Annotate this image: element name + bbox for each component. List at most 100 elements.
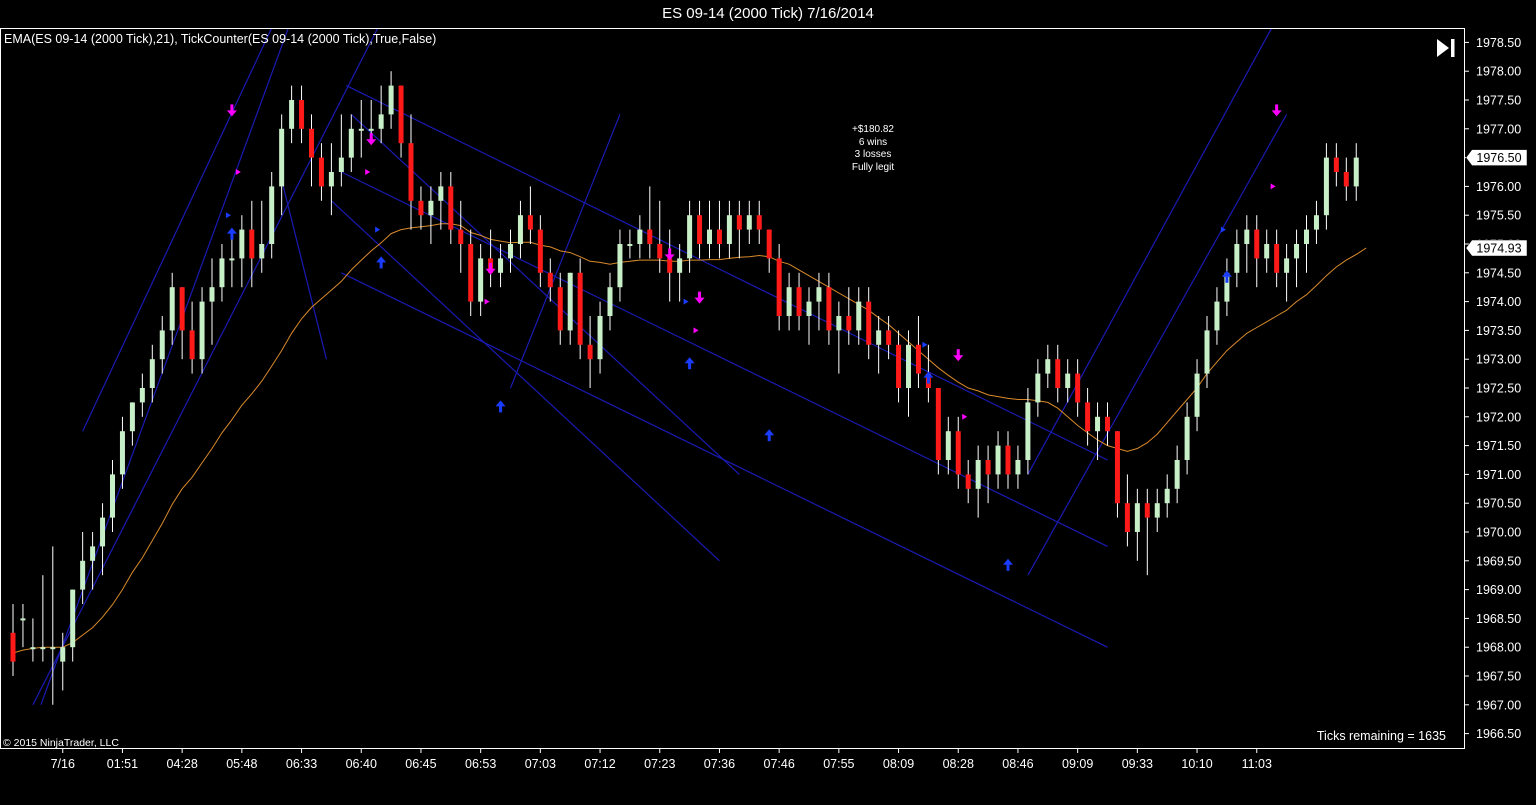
candle-up xyxy=(1035,373,1041,403)
candle-down xyxy=(1144,503,1150,518)
candle-up xyxy=(159,330,165,360)
buy-arrow-icon-shaft xyxy=(688,362,692,370)
x-tick-label: 06:45 xyxy=(405,757,436,771)
buy-arrow-icon-shaft xyxy=(1006,563,1010,571)
candle-up xyxy=(836,316,842,331)
candle-down xyxy=(179,287,185,331)
candle-up xyxy=(1294,244,1300,259)
candle-up xyxy=(1313,215,1319,230)
time-axis[interactable]: 7/16 01:51 04:28 05:48 06:33 06:40 06:45 06:53 0… xyxy=(51,748,1272,771)
candle-up xyxy=(70,589,76,648)
candle-down xyxy=(955,431,961,475)
candle-up xyxy=(119,431,125,475)
sell-arrow-icon-shaft xyxy=(698,291,702,299)
candle-up xyxy=(1045,359,1051,374)
candle-down xyxy=(1114,431,1120,504)
y-tick-label: 1971.50 xyxy=(1476,439,1521,453)
y-tick-label: 1978.00 xyxy=(1476,65,1521,79)
stats-note: Fully legit xyxy=(851,161,895,173)
candle-down xyxy=(756,215,762,230)
candle-up xyxy=(567,272,573,331)
price-axis[interactable]: 1966.50 1967.00 1967.50 1968.00 1968.50 1969.… xyxy=(1464,28,1536,805)
candle-down xyxy=(448,186,454,230)
candle-down xyxy=(458,229,464,244)
candle-up xyxy=(856,301,862,331)
candle-up xyxy=(149,359,155,388)
x-tick-label: 01:51 xyxy=(107,757,138,771)
candle-up xyxy=(90,546,96,561)
candle-down xyxy=(935,388,941,460)
candle-up xyxy=(478,258,484,302)
candle-down xyxy=(1274,244,1280,273)
ticks-remaining: Ticks remaining = 1635 xyxy=(1316,729,1446,743)
candle-down xyxy=(846,316,852,331)
candle-down xyxy=(657,244,663,259)
candle-down xyxy=(1254,229,1260,259)
candle-up xyxy=(239,229,245,259)
candle-up xyxy=(139,388,145,403)
candle-up xyxy=(1323,157,1329,216)
candle-up xyxy=(876,330,882,345)
x-tick-label: 11:03 xyxy=(1242,757,1272,771)
price-marker: 1976.50 xyxy=(1465,149,1528,166)
candle-up xyxy=(1154,503,1160,518)
candle-down xyxy=(1333,157,1339,172)
buy-arrow-icon-shaft xyxy=(1225,275,1229,283)
candle-down xyxy=(587,344,593,360)
y-tick-label: 1978.50 xyxy=(1476,36,1521,50)
candle-down xyxy=(537,229,543,273)
candle-up xyxy=(945,431,951,460)
x-tick-label: 06:40 xyxy=(346,757,377,771)
candle-up xyxy=(289,100,295,129)
candle-down xyxy=(776,258,782,316)
candle-up xyxy=(816,287,822,302)
candle-up xyxy=(1194,373,1200,417)
candle-down xyxy=(557,287,563,331)
y-tick-label: 1977.50 xyxy=(1476,94,1521,108)
y-tick-label: 1973.00 xyxy=(1476,353,1521,367)
candle-up xyxy=(438,186,444,201)
x-tick-label: 10:10 xyxy=(1181,757,1212,771)
x-tick-label: 08:28 xyxy=(943,757,974,771)
y-tick-label: 1972.00 xyxy=(1476,410,1521,424)
candle-up xyxy=(259,244,265,259)
buy-arrow-icon-shaft xyxy=(926,376,930,384)
x-tick-label: 04:28 xyxy=(167,757,198,771)
candle-up xyxy=(627,244,633,246)
indicator-legend: EMA(ES 09-14 (2000 Tick),21), TickCounte… xyxy=(4,32,437,46)
candle-down xyxy=(1055,359,1061,388)
candle-up xyxy=(1234,244,1240,273)
candle-up xyxy=(726,215,732,244)
y-tick-label: 1971.00 xyxy=(1476,468,1521,482)
candle-down xyxy=(577,272,583,345)
y-tick-label: 1974.00 xyxy=(1476,295,1521,309)
skip-to-end-icon[interactable] xyxy=(1434,36,1458,60)
candle-up xyxy=(1214,301,1220,331)
candle-up xyxy=(80,560,86,590)
candle-up xyxy=(1025,402,1031,460)
candle-down xyxy=(408,143,414,201)
candle-up xyxy=(229,258,235,261)
sell-arrow-icon-shaft xyxy=(956,349,960,357)
candle-up xyxy=(1304,229,1309,244)
candle-up xyxy=(1264,244,1270,259)
candle-up xyxy=(637,229,643,244)
sell-arrow-icon-shaft xyxy=(489,262,493,270)
buy-arrow-icon-shaft xyxy=(379,261,383,269)
y-tick-label: 1967.00 xyxy=(1476,698,1521,712)
y-tick-label: 1968.50 xyxy=(1476,612,1521,626)
candle-up xyxy=(1353,157,1359,187)
window-title: ES 09-14 (2000 Tick) 7/16/2014 xyxy=(0,0,1536,28)
x-tick-label: 07:36 xyxy=(704,757,735,771)
candle-down xyxy=(647,229,653,244)
x-tick-label: 07:55 xyxy=(823,757,854,771)
candle-down xyxy=(697,215,703,244)
candle-down xyxy=(667,258,673,273)
candle-down xyxy=(318,157,324,187)
candle-up xyxy=(498,258,504,273)
candle-down xyxy=(1075,373,1081,403)
candle-up xyxy=(1015,460,1021,475)
candle-up xyxy=(597,316,603,360)
candle-down xyxy=(866,301,872,345)
stats-losses: 3 losses xyxy=(854,149,892,160)
